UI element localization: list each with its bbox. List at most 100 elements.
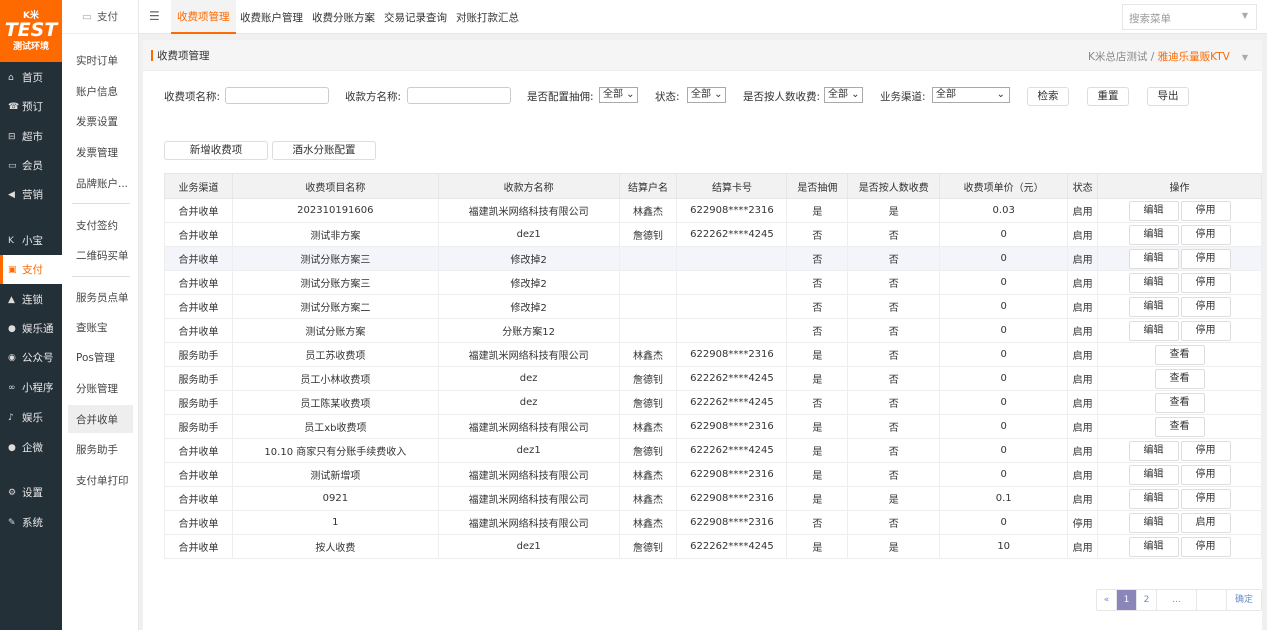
subnav-item-12[interactable]: 服务助手 [68, 435, 133, 463]
disable-button[interactable]: 停用 [1180, 440, 1231, 461]
reset-button[interactable]: 重置 [1087, 87, 1129, 106]
disable-button[interactable]: 停用 [1180, 200, 1231, 221]
tab-1[interactable]: 收费账户管理 [234, 0, 309, 34]
subnav-item-13[interactable]: 支付单打印 [68, 466, 133, 494]
table-row: 合并收单 0921 福建凯米网络科技有限公司 林鑫杰 622908****2316 是是 0… [164, 486, 1262, 511]
sidebar-item-6[interactable]: ▣ 支付 [0, 255, 62, 284]
subnav-item-4[interactable]: 品牌账户... [68, 169, 133, 197]
view-button[interactable]: 查看 [1154, 368, 1205, 389]
subnav-item-10[interactable]: 分账管理 [68, 374, 133, 402]
sidebar-item-7[interactable]: ▲ 连锁 [0, 285, 62, 314]
sub-sidebar: ▭ 支付 实时订单 账户信息 发票设置 发票管理 品牌账户... 支付签约 二维码买单 服务员点… [62, 0, 139, 630]
menu-toggle-icon[interactable]: ☰ [149, 9, 160, 23]
edit-button[interactable]: 编辑 [1128, 440, 1179, 461]
export-button[interactable]: 导出 [1147, 87, 1189, 106]
pagination-ellipsis: ... [1157, 590, 1197, 610]
tab-2[interactable]: 收费分账方案 [306, 0, 381, 34]
edit-button[interactable]: 编辑 [1128, 320, 1179, 341]
search-button[interactable]: 检索 [1027, 87, 1069, 106]
item-name-input[interactable] [225, 87, 329, 104]
subnav-item-9[interactable]: Pos管理 [68, 343, 133, 371]
subnav-item-11[interactable]: 合并收单 [68, 405, 133, 433]
status-select[interactable]: 全部 ⌄ [687, 87, 726, 103]
tab-3[interactable]: 交易记录查询 [378, 0, 453, 34]
disable-button[interactable]: 停用 [1180, 536, 1231, 557]
sidebar-item-0[interactable]: ⌂ 首页 [0, 63, 62, 92]
disable-button[interactable]: 停用 [1180, 296, 1231, 317]
subnav-item-6[interactable]: 二维码买单 [68, 241, 133, 269]
edit-button[interactable]: 编辑 [1128, 512, 1179, 533]
disable-button[interactable]: 停用 [1180, 248, 1231, 269]
edit-button[interactable]: 编辑 [1128, 200, 1179, 221]
subnav-item-1[interactable]: 账户信息 [68, 77, 133, 105]
table-cell: dez1 [437, 222, 620, 247]
disable-button[interactable]: 停用 [1180, 464, 1231, 485]
view-button[interactable]: 查看 [1154, 392, 1205, 413]
prev-page-button[interactable]: « [1097, 590, 1117, 610]
sidebar-item-5[interactable]: K 小宝 [0, 226, 62, 255]
sidebar-item-8[interactable]: ● 娱乐通 [0, 314, 62, 343]
table-cell: 员工小林收费项 [231, 366, 439, 391]
tab-0[interactable]: 收费项管理 [171, 0, 236, 34]
channel-select[interactable]: 全部 ⌄ [932, 87, 1010, 103]
wecom-icon: ● [8, 442, 16, 453]
page-jump-input[interactable] [1197, 590, 1227, 610]
payee-input[interactable] [407, 87, 511, 104]
drink-split-config-button[interactable]: 酒水分账配置 [272, 141, 376, 160]
table-cell: 服务助手 [164, 390, 233, 415]
sidebar-item-12[interactable]: ● 企微 [0, 433, 62, 462]
per-person-select[interactable]: 全部 ⌄ [824, 87, 863, 103]
breadcrumb[interactable]: K米总店测试 / 雅迪乐量贩KTV ▼ [1088, 49, 1248, 64]
table-cell: 林鑫杰 [618, 486, 678, 511]
table-cell: 测试分账方案三 [231, 270, 439, 295]
commission-label: 是否配置抽佣: [527, 91, 594, 103]
subnav-item-0[interactable]: 实时订单 [68, 46, 133, 74]
tab-4[interactable]: 对账打款汇总 [450, 0, 525, 34]
subnav-item-8[interactable]: 查账宝 [68, 313, 133, 341]
table-cell: 启用 [1067, 486, 1099, 511]
table-cell: 修改掉2 [437, 270, 620, 295]
edit-button[interactable]: 编辑 [1128, 296, 1179, 317]
sidebar-item-1[interactable]: ☎ 预订 [0, 92, 62, 121]
table-cell: 测试分账方案 [231, 318, 439, 343]
sidebar-item-2[interactable]: ⊟ 超市 [0, 122, 62, 151]
disable-button[interactable]: 停用 [1180, 272, 1231, 293]
disable-button[interactable]: 停用 [1180, 224, 1231, 245]
sidebar-item-13[interactable]: ⚙ 设置 [0, 478, 62, 507]
commission-select[interactable]: 全部 ⌄ [599, 87, 638, 103]
page-jump-confirm-button[interactable]: 确定 [1227, 590, 1261, 610]
edit-button[interactable]: 编辑 [1128, 488, 1179, 509]
edit-button[interactable]: 编辑 [1128, 272, 1179, 293]
actions-cell: 编辑 停用 [1097, 318, 1262, 343]
subnav-item-2[interactable]: 发票设置 [68, 107, 133, 135]
actions-cell: 编辑 停用 [1097, 438, 1262, 463]
sidebar-item-9[interactable]: ◉ 公众号 [0, 343, 62, 372]
table-row: 服务助手 员工小林收费项 dez 詹德钊 622262****4245 是否 0 启用 查看 [164, 366, 1262, 391]
page-2-button[interactable]: 2 [1137, 590, 1157, 610]
add-fee-item-button[interactable]: 新增收费项 [164, 141, 268, 160]
subnav-item-3[interactable]: 发票管理 [68, 138, 133, 166]
disable-button[interactable]: 停用 [1180, 488, 1231, 509]
table-cell: 合并收单 [164, 462, 233, 487]
sidebar-item-3[interactable]: ▭ 会员 [0, 151, 62, 180]
table-cell: 0 [939, 342, 1069, 367]
view-button[interactable]: 查看 [1154, 344, 1205, 365]
subnav-item-7[interactable]: 服务员点单 [68, 283, 133, 311]
table-cell: 否 [847, 270, 941, 295]
subnav-item-5[interactable]: 支付签约 [68, 211, 133, 239]
view-button[interactable]: 查看 [1154, 416, 1205, 437]
sidebar-item-14[interactable]: ✎ 系统 [0, 508, 62, 537]
page-1-button[interactable]: 1 [1117, 590, 1137, 610]
edit-button[interactable]: 编辑 [1128, 224, 1179, 245]
sidebar-item-4[interactable]: ◀ 营销 [0, 180, 62, 209]
sidebar-item-11[interactable]: ♪ 娱乐 [0, 403, 62, 432]
menu-search-input[interactable]: 搜索菜单 ▼ [1122, 4, 1257, 30]
table-cell: 否 [847, 510, 941, 535]
edit-button[interactable]: 编辑 [1128, 536, 1179, 557]
disable-button[interactable]: 停用 [1180, 320, 1231, 341]
edit-button[interactable]: 编辑 [1128, 464, 1179, 485]
sidebar-item-10[interactable]: ∞ 小程序 [0, 373, 62, 402]
enable-button[interactable]: 启用 [1180, 512, 1231, 533]
breadcrumb-current: 雅迪乐量贩KTV [1157, 51, 1230, 63]
edit-button[interactable]: 编辑 [1128, 248, 1179, 269]
